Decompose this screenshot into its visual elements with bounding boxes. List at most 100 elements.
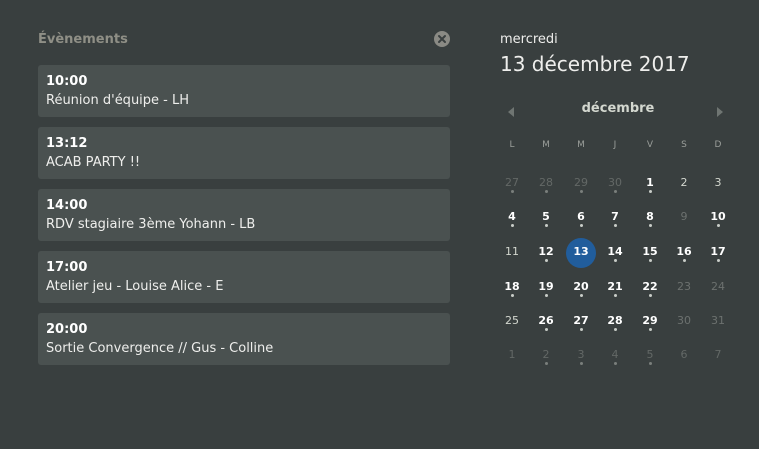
- day-cell[interactable]: 21: [600, 273, 630, 303]
- day-number: 30: [608, 176, 622, 189]
- event-description: Réunion d'équipe - LH: [46, 93, 190, 108]
- event-indicator-dot: [545, 362, 548, 365]
- event-description: RDV stagiaire 3ème Yohann - LB: [46, 217, 256, 232]
- event-indicator-dot: [614, 328, 617, 331]
- day-cell[interactable]: 7: [703, 341, 733, 371]
- event-indicator-dot: [545, 224, 548, 227]
- day-cell[interactable]: 22: [635, 273, 665, 303]
- day-cell[interactable]: 4: [497, 203, 527, 233]
- day-cell[interactable]: 1: [497, 341, 527, 371]
- day-cell[interactable]: 28: [531, 169, 561, 199]
- event-item[interactable]: 13:12 ACAB PARTY !!: [38, 127, 450, 179]
- day-cell[interactable]: 20: [566, 273, 596, 303]
- weekday-label: M: [577, 140, 585, 150]
- day-number: 1: [646, 176, 654, 189]
- event-indicator-dot: [649, 362, 652, 365]
- day-number: 21: [607, 280, 623, 293]
- chevron-right-icon[interactable]: [714, 103, 726, 117]
- day-cell[interactable]: 30: [669, 307, 699, 337]
- event-item[interactable]: 14:00 RDV stagiaire 3ème Yohann - LB: [38, 189, 450, 241]
- day-number: 1: [508, 348, 516, 361]
- day-cell[interactable]: 6: [566, 203, 596, 233]
- day-cell[interactable]: 30: [600, 169, 630, 199]
- day-number: 16: [676, 245, 692, 258]
- day-cell[interactable]: 16: [669, 238, 699, 268]
- day-number: 24: [711, 280, 725, 293]
- day-number: 28: [539, 176, 553, 189]
- day-number: 31: [711, 314, 725, 327]
- day-number: 20: [573, 280, 589, 293]
- day-cell[interactable]: 7: [600, 203, 630, 233]
- event-item[interactable]: 17:00 Atelier jeu - Louise Alice - E: [38, 251, 450, 303]
- event-item[interactable]: 10:00 Réunion d'équipe - LH: [38, 65, 450, 117]
- day-cell[interactable]: 19: [531, 273, 561, 303]
- day-number: 3: [714, 176, 722, 189]
- day-cell[interactable]: 14: [600, 238, 630, 268]
- day-number: 5: [542, 210, 550, 223]
- day-cell[interactable]: 24: [703, 273, 733, 303]
- chevron-left-icon[interactable]: [505, 103, 517, 117]
- day-cell[interactable]: 29: [566, 169, 596, 199]
- day-cell[interactable]: 29: [635, 307, 665, 337]
- day-cell[interactable]: 27: [566, 307, 596, 337]
- day-number: 27: [505, 176, 519, 189]
- day-cell[interactable]: 28: [600, 307, 630, 337]
- day-number: 27: [573, 314, 589, 327]
- event-indicator-dot: [545, 328, 548, 331]
- weekday-label: J: [613, 140, 617, 150]
- day-cell[interactable]: 9: [669, 203, 699, 233]
- day-cell[interactable]: 23: [669, 273, 699, 303]
- event-indicator-dot: [545, 294, 548, 297]
- close-icon[interactable]: [434, 31, 450, 47]
- event-indicator-dot: [614, 259, 617, 262]
- day-cell[interactable]: 4: [600, 341, 630, 371]
- event-indicator-dot: [649, 224, 652, 227]
- event-indicator-dot: [717, 259, 720, 262]
- event-indicator-dot: [614, 224, 617, 227]
- event-indicator-dot: [511, 190, 514, 193]
- day-cell[interactable]: 27: [497, 169, 527, 199]
- event-indicator-dot: [649, 190, 652, 193]
- day-cell[interactable]: 2: [669, 169, 699, 199]
- day-cell[interactable]: 5: [635, 341, 665, 371]
- event-indicator-dot: [580, 224, 583, 227]
- event-indicator-dot: [649, 294, 652, 297]
- day-cell[interactable]: 1: [635, 169, 665, 199]
- day-cell[interactable]: 8: [635, 203, 665, 233]
- event-indicator-dot: [580, 294, 583, 297]
- event-time: 17:00: [46, 260, 88, 275]
- day-number: 11: [505, 245, 519, 258]
- day-cell[interactable]: 31: [703, 307, 733, 337]
- day-number: 7: [714, 348, 722, 361]
- day-cell[interactable]: 18: [497, 273, 527, 303]
- events-title: Évènements: [38, 32, 128, 47]
- event-list: 10:00 Réunion d'équipe - LH 13:12 ACAB P…: [38, 65, 450, 375]
- weekday-label: L: [509, 140, 515, 150]
- day-cell[interactable]: 3: [703, 169, 733, 199]
- day-cell[interactable]: 2: [531, 341, 561, 371]
- event-time: 13:12: [46, 136, 88, 151]
- day-cell[interactable]: 25: [497, 307, 527, 337]
- event-indicator-dot: [649, 259, 652, 262]
- day-cell-today[interactable]: 13: [566, 238, 596, 268]
- day-cell[interactable]: 11: [497, 238, 527, 268]
- event-indicator-dot: [545, 190, 548, 193]
- event-indicator-dot: [717, 224, 720, 227]
- event-indicator-dot: [649, 328, 652, 331]
- day-cell[interactable]: 6: [669, 341, 699, 371]
- weekday-label: D: [714, 140, 722, 150]
- day-cell[interactable]: 3: [566, 341, 596, 371]
- current-date: 13 décembre 2017: [500, 52, 690, 76]
- day-cell[interactable]: 10: [703, 203, 733, 233]
- day-number: 18: [504, 280, 520, 293]
- day-cell[interactable]: 15: [635, 238, 665, 268]
- day-cell[interactable]: 5: [531, 203, 561, 233]
- day-number: 28: [607, 314, 623, 327]
- event-item[interactable]: 20:00 Sortie Convergence // Gus - Collin…: [38, 313, 450, 365]
- day-cell[interactable]: 12: [531, 238, 561, 268]
- event-indicator-dot: [580, 190, 583, 193]
- day-cell[interactable]: 17: [703, 238, 733, 268]
- event-description: Atelier jeu - Louise Alice - E: [46, 279, 224, 294]
- day-number: 2: [680, 176, 688, 189]
- day-cell[interactable]: 26: [531, 307, 561, 337]
